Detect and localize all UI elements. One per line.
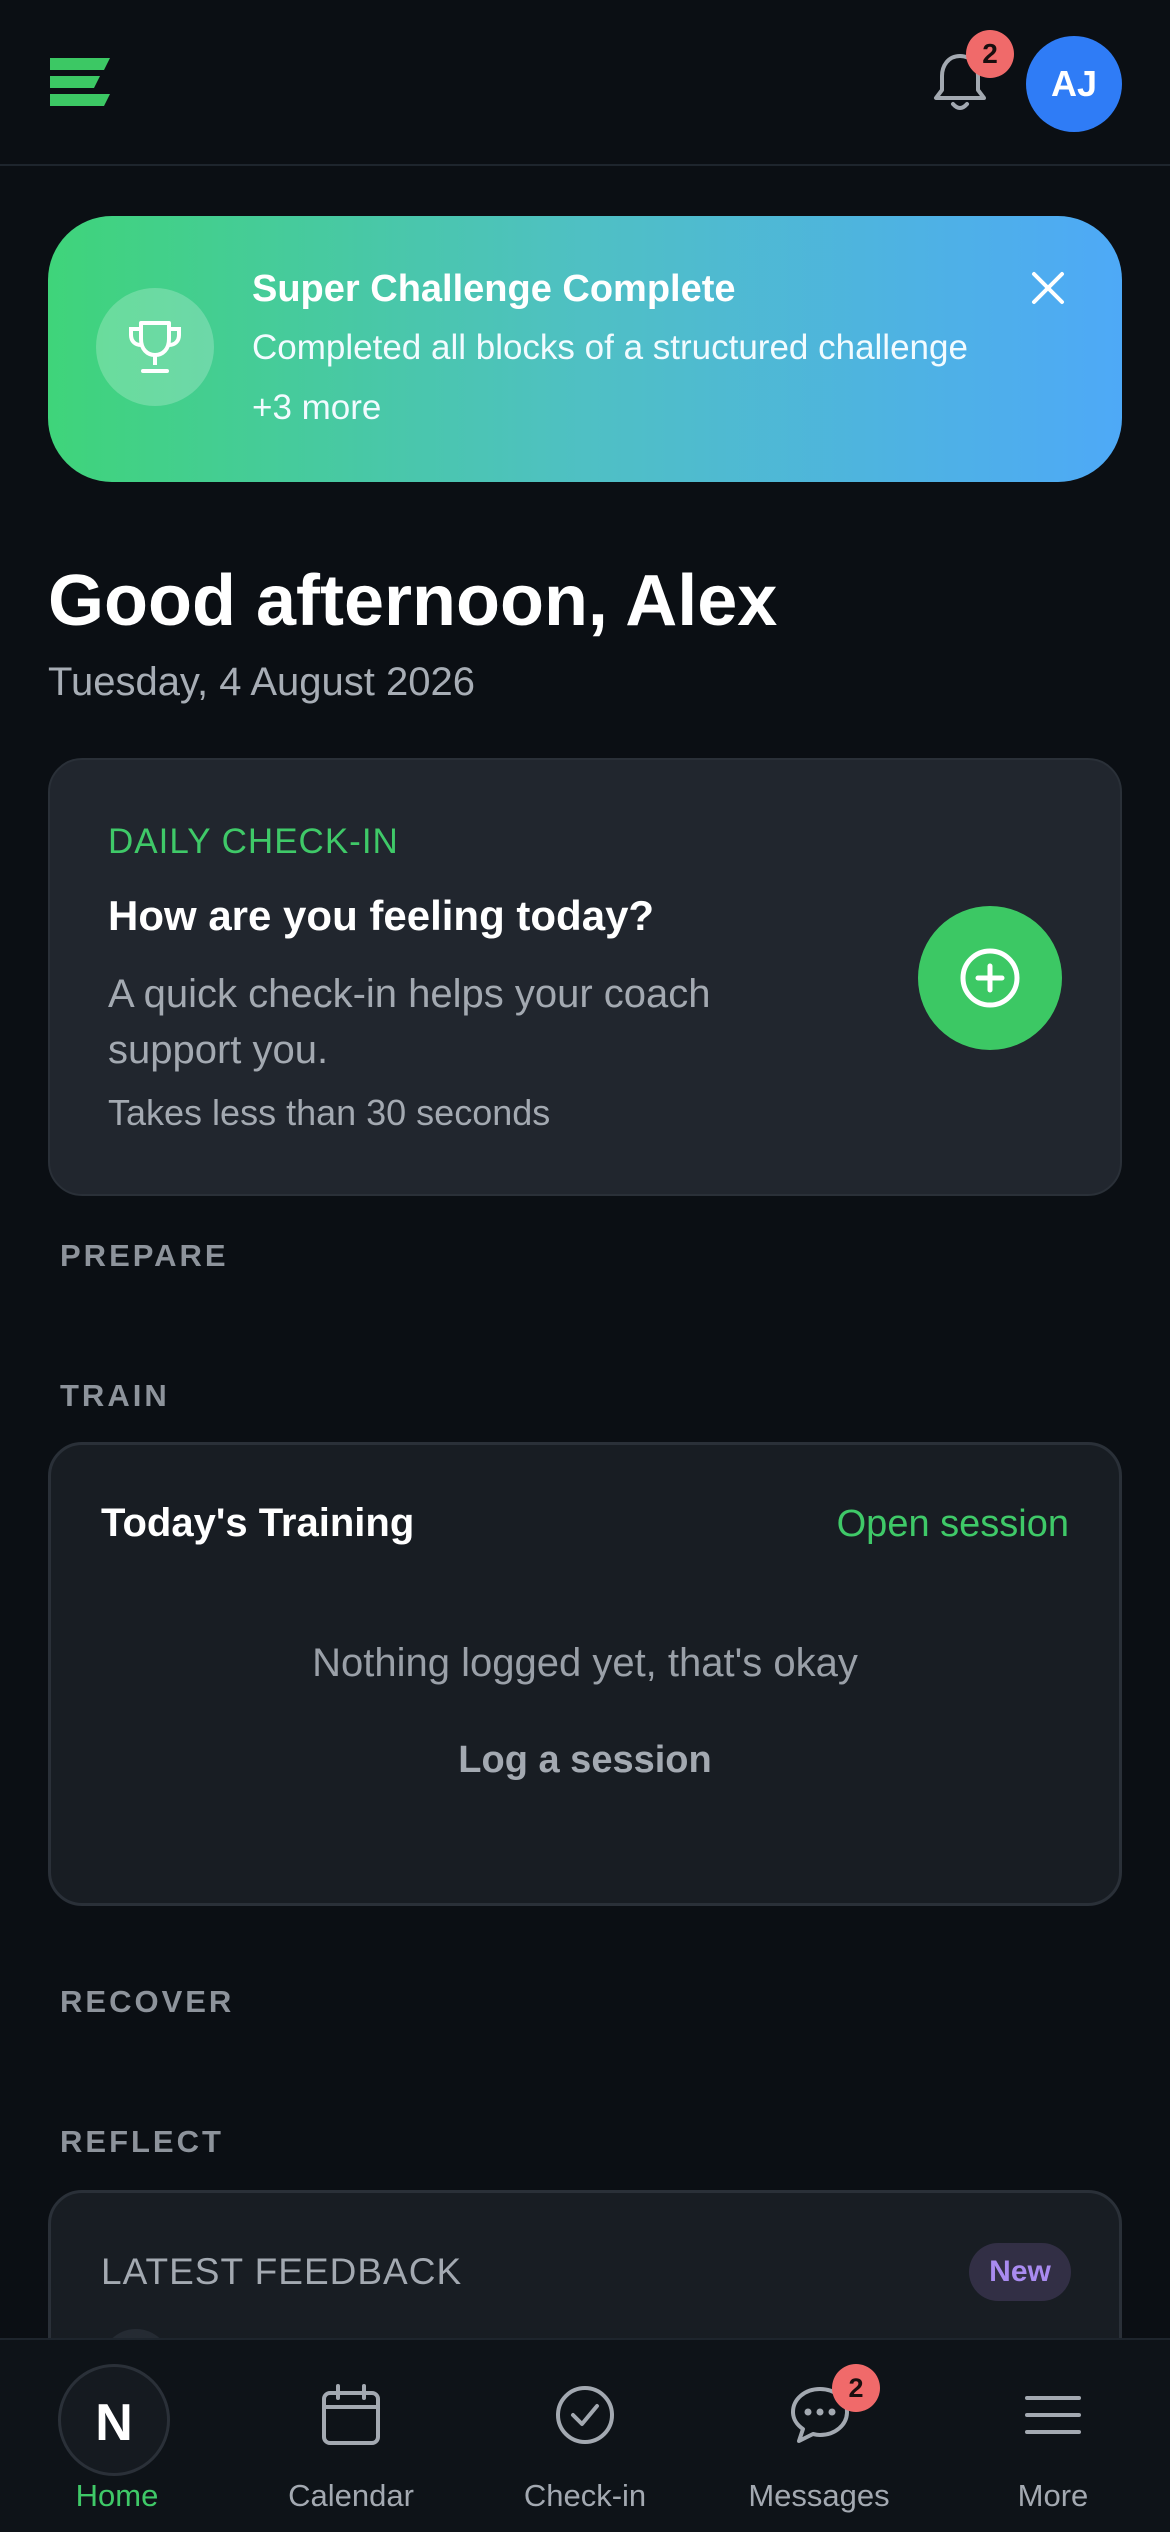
- feedback-title: LATEST FEEDBACK: [101, 2251, 463, 2292]
- close-icon[interactable]: [1028, 268, 1068, 308]
- checkin-title: How are you feeling today?: [108, 892, 655, 939]
- training-title: Today's Training: [101, 1501, 415, 1545]
- app-mark: N: [95, 2394, 133, 2452]
- open-session-link[interactable]: Open session: [837, 1503, 1069, 1546]
- bottom-navigation: N Home Calendar Check-in 2 Messages More: [0, 2338, 1170, 2532]
- nav-item-messages[interactable]: 2 Messages: [702, 2340, 936, 2532]
- checkin-eyebrow: DAILY CHECK-IN: [108, 822, 399, 861]
- section-label-reflect: REFLECT: [60, 2124, 224, 2159]
- section-label-prepare: PREPARE: [60, 1238, 229, 1273]
- log-session-button[interactable]: Log a session: [51, 1739, 1119, 1782]
- notification-badge: 2: [966, 30, 1014, 78]
- start-checkin-button[interactable]: [918, 906, 1062, 1050]
- achievement-banner[interactable]: Super Challenge Complete Completed all b…: [48, 216, 1122, 482]
- calendar-icon: [322, 2384, 380, 2445]
- checkin-duration: Takes less than 30 seconds: [108, 1092, 551, 1133]
- section-label-train: TRAIN: [60, 1378, 170, 1413]
- nav-item-more[interactable]: More: [936, 2340, 1170, 2532]
- nav-label-more: More: [1017, 2478, 1089, 2513]
- home-icon: N: [58, 2364, 170, 2476]
- nav-item-home[interactable]: N Home: [0, 2340, 234, 2532]
- plus-circle-icon: [960, 948, 1020, 1008]
- app-header: 2 AJ: [0, 0, 1170, 166]
- banner-description: Completed all blocks of a structured cha…: [252, 328, 968, 367]
- greeting-title: Good afternoon, Alex: [48, 561, 778, 641]
- new-badge: New: [969, 2243, 1071, 2301]
- todays-training-card: Today's Training Open session Nothing lo…: [48, 1442, 1122, 1906]
- training-empty-state: Nothing logged yet, that's okay: [312, 1641, 858, 1685]
- banner-title: Super Challenge Complete: [252, 268, 736, 310]
- banner-more[interactable]: +3 more: [252, 388, 381, 428]
- checkin-description: A quick check-in helps your coach suppor…: [108, 972, 711, 1072]
- nav-item-calendar[interactable]: Calendar: [234, 2340, 468, 2532]
- user-avatar[interactable]: AJ: [1026, 36, 1122, 132]
- section-label-recover: RECOVER: [60, 1984, 235, 2019]
- daily-checkin-card[interactable]: DAILY CHECK-IN How are you feeling today…: [48, 758, 1122, 1196]
- current-date: Tuesday, 4 August 2026: [48, 660, 475, 704]
- trophy-icon: [129, 321, 181, 373]
- nav-label-checkin: Check-in: [523, 2478, 647, 2513]
- nav-label-messages: Messages: [748, 2478, 890, 2513]
- app-logo-icon[interactable]: [48, 56, 112, 108]
- nav-item-checkin[interactable]: Check-in: [468, 2340, 702, 2532]
- trophy-icon-container: [96, 288, 214, 406]
- nav-label-calendar: Calendar: [288, 2478, 414, 2513]
- nav-label-home: Home: [75, 2478, 159, 2513]
- check-circle-icon: [556, 2386, 614, 2444]
- messages-badge: 2: [832, 2364, 880, 2412]
- menu-icon: [1025, 2396, 1081, 2434]
